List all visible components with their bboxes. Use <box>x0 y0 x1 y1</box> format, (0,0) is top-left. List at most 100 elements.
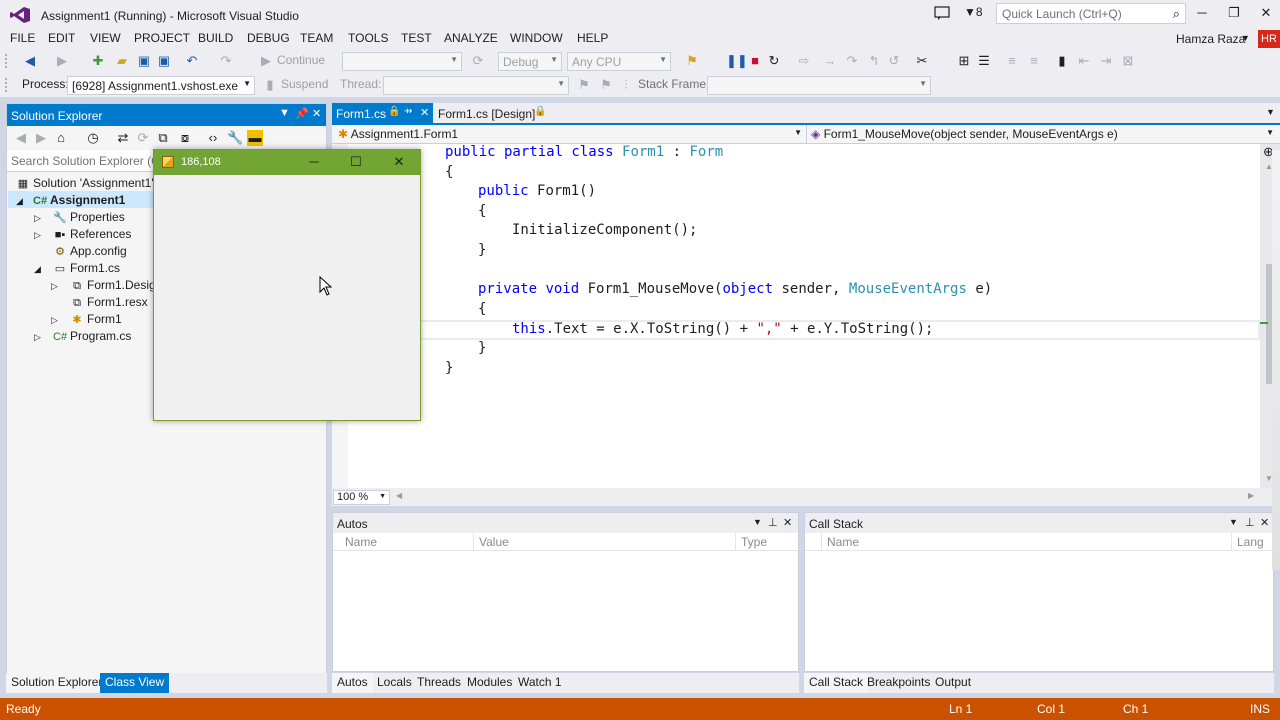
tab-breakpoints[interactable]: Breakpoints <box>862 673 935 693</box>
tab-overflow-icon[interactable]: ▼ <box>1266 107 1275 117</box>
tree-item-form1-resx[interactable]: ⧉ Form1.resx <box>70 294 148 311</box>
preview-selected-icon[interactable]: ▬ <box>247 130 263 146</box>
sync-icon[interactable]: ⇄ <box>115 130 131 146</box>
tree-item-form1-class[interactable]: ✱ Form1 <box>70 311 121 328</box>
column-divider[interactable] <box>735 533 736 551</box>
auto-hide-pin-icon[interactable]: ⊥ <box>1245 516 1255 529</box>
collapse-arrow-icon[interactable]: ◢ <box>34 264 41 275</box>
hex-display-icon[interactable]: ⊞ <box>956 53 972 69</box>
code-editor[interactable]: public partial class Form1 : Form { publ… <box>332 144 1260 488</box>
form-minimize-button[interactable]: ─ <box>300 153 328 171</box>
form-close-button[interactable]: ✕ <box>385 153 413 171</box>
call-stack-list[interactable] <box>805 551 1273 671</box>
home-icon[interactable]: ⌂ <box>53 130 69 146</box>
type-dropdown[interactable]: ✱ Assignment1.Form1 ▼ <box>334 125 804 143</box>
restart-icon[interactable]: ↻ <box>766 53 782 69</box>
tools-icon[interactable]: ✂ <box>914 53 930 69</box>
tab-form1-design[interactable]: Form1.cs [Design] 🔒 <box>434 103 554 123</box>
restore-button[interactable]: ❐ <box>1219 4 1249 22</box>
menu-debug[interactable]: DEBUG <box>247 31 290 45</box>
threads-icon[interactable]: ☰ <box>976 53 992 69</box>
scroll-right-icon[interactable]: ▶ <box>1248 491 1254 500</box>
save-all-icon[interactable]: ▣ <box>156 53 172 69</box>
open-folder-icon[interactable]: ▰ <box>114 53 130 69</box>
tab-class-view[interactable]: Class View <box>100 673 170 693</box>
menu-project[interactable]: PROJECT <box>134 31 190 45</box>
expand-arrow-icon[interactable]: ▷ <box>34 332 41 343</box>
pending-changes-filter-icon[interactable]: ◷ <box>85 130 101 146</box>
tab-form1-cs[interactable]: Form1.cs 🔒 ⇸ ✕ <box>332 103 433 123</box>
close-icon[interactable]: ✕ <box>783 516 792 529</box>
pin-icon[interactable]: ⇸ <box>404 106 412 117</box>
column-divider[interactable] <box>1231 533 1232 551</box>
column-type[interactable]: Type <box>741 535 767 549</box>
back-icon[interactable]: ◀ <box>22 53 38 69</box>
scroll-left-icon[interactable]: ◀ <box>396 491 402 500</box>
expand-arrow-icon[interactable]: ▷ <box>51 281 58 292</box>
menu-test[interactable]: TEST <box>401 31 432 45</box>
menu-analyze[interactable]: ANALYZE <box>444 31 498 45</box>
window-position-icon[interactable]: ▼ <box>1229 517 1238 527</box>
tab-autos[interactable]: Autos <box>332 673 373 693</box>
toolbar-grip[interactable] <box>4 77 8 93</box>
column-name[interactable]: Name <box>345 535 377 549</box>
properties-icon[interactable]: 🔧 <box>227 130 243 146</box>
running-form-title-bar[interactable]: 186,108 ─ ☐ ✕ <box>154 150 420 175</box>
tab-locals[interactable]: Locals <box>372 673 417 693</box>
collapse-arrow-icon[interactable]: ◢ <box>16 196 23 207</box>
tab-solution-explorer[interactable]: Solution Explorer <box>6 673 108 693</box>
menu-edit[interactable]: EDIT <box>48 31 75 45</box>
close-button[interactable]: ✕ <box>1251 4 1280 22</box>
column-lang[interactable]: Lang <box>1237 535 1267 549</box>
process-combo[interactable]: [6928] Assignment1.vshost.exe ▼ <box>67 76 255 95</box>
notification-icon[interactable] <box>934 6 950 20</box>
collapse-all-icon[interactable]: ⧉ <box>155 130 171 146</box>
tree-item-references[interactable]: ■▪ References <box>53 226 132 243</box>
break-all-icon[interactable]: ❚❚ <box>726 53 748 69</box>
auto-hide-pin-icon[interactable]: ⊥ <box>768 516 778 529</box>
tree-item-project[interactable]: C# Assignment1 <box>33 192 125 209</box>
user-avatar[interactable]: HR <box>1258 30 1280 48</box>
close-icon[interactable]: ✕ <box>312 107 321 120</box>
new-project-icon[interactable]: ✚ <box>90 53 106 69</box>
stop-debugging-icon[interactable]: ■ <box>747 53 763 69</box>
user-dropdown-icon[interactable]: ▼ <box>1241 33 1250 43</box>
column-divider[interactable] <box>821 533 822 551</box>
minimize-button[interactable]: ─ <box>1187 4 1217 22</box>
user-name[interactable]: Hamza Raza <box>1176 32 1245 46</box>
form-maximize-button[interactable]: ☐ <box>342 153 370 171</box>
notification-filter-icon[interactable]: ▼8 <box>964 5 983 19</box>
tab-modules[interactable]: Modules <box>462 673 517 693</box>
menu-file[interactable]: FILE <box>10 31 35 45</box>
tab-watch-1[interactable]: Watch 1 <box>513 673 567 693</box>
menu-build[interactable]: BUILD <box>198 31 233 45</box>
window-position-icon[interactable]: ▼ <box>753 517 762 527</box>
view-code-icon[interactable]: ‹› <box>205 130 221 146</box>
tab-threads[interactable]: Threads <box>412 673 466 693</box>
window-position-icon[interactable]: ▼ <box>279 107 290 119</box>
column-value[interactable]: Value <box>479 535 509 549</box>
running-form-window[interactable]: 186,108 ─ ☐ ✕ <box>153 149 421 421</box>
close-tab-icon[interactable]: ✕ <box>420 106 429 119</box>
menu-window[interactable]: WINDOW <box>510 31 563 45</box>
expand-arrow-icon[interactable]: ▷ <box>34 213 41 224</box>
tree-item-app-config[interactable]: ⚙ App.config <box>53 243 127 260</box>
tree-item-form1-cs[interactable]: ▭ Form1.cs <box>53 260 120 277</box>
autos-list[interactable] <box>333 551 798 671</box>
column-name[interactable]: Name <box>827 535 859 549</box>
tree-item-form1-designer[interactable]: ⧉ Form1.Designer.cs <box>70 277 154 294</box>
tab-output[interactable]: Output <box>930 673 976 693</box>
save-icon[interactable]: ▣ <box>136 53 152 69</box>
expand-arrow-icon[interactable]: ▷ <box>51 315 58 326</box>
close-icon[interactable]: ✕ <box>1260 516 1269 529</box>
member-dropdown[interactable]: ◈ Form1_MouseMove(object sender, MouseEv… <box>806 125 1276 143</box>
tree-item-program-cs[interactable]: C# Program.cs <box>53 328 131 345</box>
menu-help[interactable]: HELP <box>577 31 608 45</box>
undo-icon[interactable]: ↶ <box>184 53 200 69</box>
show-all-files-icon[interactable]: ⧇ <box>177 130 193 146</box>
menu-tools[interactable]: TOOLS <box>348 31 388 45</box>
zoom-level-combo[interactable]: 100 % ▼ <box>333 490 390 505</box>
auto-hide-pin-icon[interactable]: 📌 <box>295 107 309 120</box>
tree-item-properties[interactable]: 🔧 Properties <box>53 209 125 226</box>
toolbar-grip[interactable] <box>4 53 8 69</box>
